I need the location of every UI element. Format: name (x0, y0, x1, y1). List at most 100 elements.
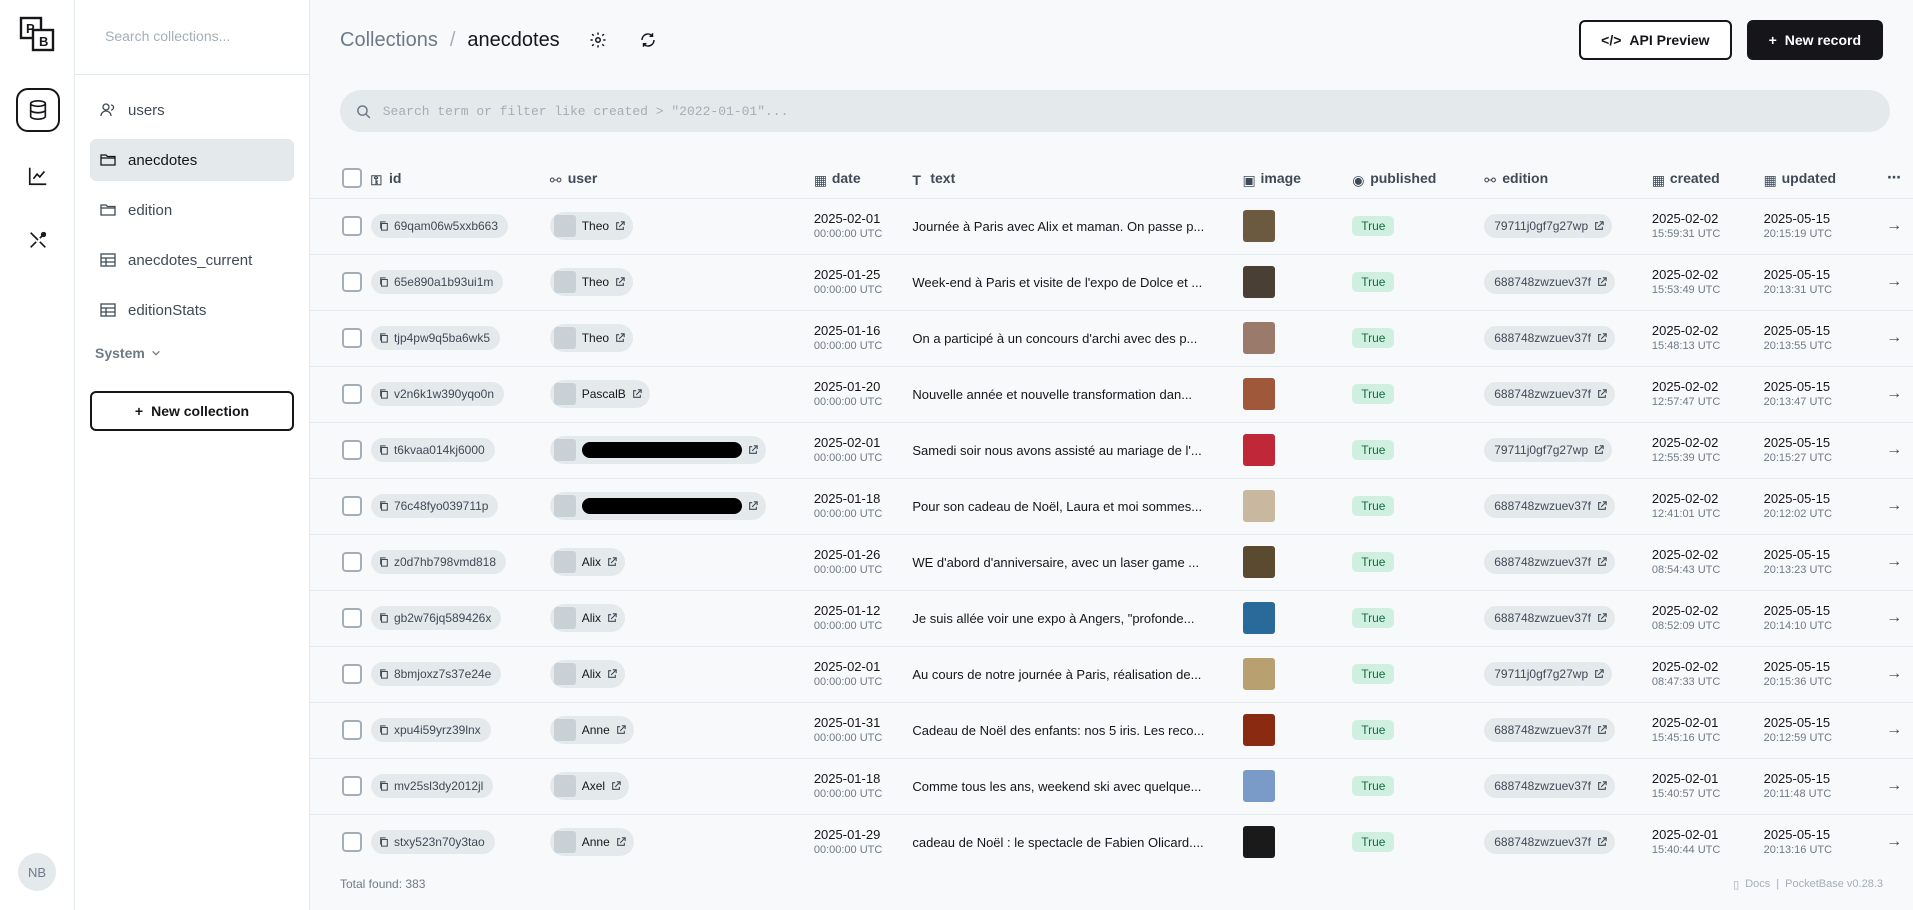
table-row[interactable]: tjp4pw9q5ba6wk5 Theo 2025-01-16 00:00:00 UT… (310, 310, 1913, 367)
table-row[interactable]: xpu4i59yrz39lnx Anne 2025-01-31 00:00:00 UT… (310, 702, 1913, 759)
table-row[interactable]: z0d7hb798vmd818 Alix 2025-01-26 00:00:00 UT… (310, 534, 1913, 591)
image-thumbnail[interactable] (1242, 434, 1275, 466)
sidebar-item-editionstats[interactable]: editionStats (90, 289, 294, 331)
row-checkbox[interactable] (342, 776, 362, 796)
column-header-id[interactable]: ⚿ id (370, 158, 550, 199)
edition-relation-pill[interactable]: 688748zwzuev37f (1484, 382, 1615, 406)
open-record-arrow-icon[interactable]: → (1875, 310, 1913, 367)
user-relation-pill[interactable]: Axel (549, 772, 630, 800)
open-record-arrow-icon[interactable]: → (1875, 422, 1913, 479)
open-record-arrow-icon[interactable]: → (1875, 646, 1913, 703)
image-thumbnail[interactable] (1242, 490, 1275, 522)
edition-relation-pill[interactable]: 688748zwzuev37f (1484, 606, 1615, 630)
user-relation-pill[interactable]: Alix (549, 604, 626, 632)
open-record-arrow-icon[interactable]: → (1875, 590, 1913, 647)
row-checkbox[interactable] (342, 552, 362, 572)
table-row[interactable]: v2n6k1w390yqo0n PascalB 2025-01-20 00:00:00… (310, 366, 1913, 423)
sidebar-item-anecdotes-current[interactable]: anecdotes_current (90, 239, 294, 281)
new-record-button[interactable]: + New record (1746, 20, 1883, 60)
image-thumbnail[interactable] (1242, 714, 1275, 746)
column-header-created[interactable]: ▦ created (1651, 158, 1764, 199)
table-row[interactable]: t6kvaa014kj6000 2025-02-01 00:00:00 UTC Sam… (310, 422, 1913, 479)
image-thumbnail[interactable] (1242, 210, 1275, 242)
image-thumbnail[interactable] (1242, 770, 1275, 802)
user-relation-pill[interactable] (549, 436, 766, 464)
row-checkbox[interactable] (342, 328, 362, 348)
image-thumbnail[interactable] (1242, 322, 1275, 354)
user-relation-pill[interactable]: Alix (549, 548, 626, 576)
row-checkbox[interactable] (342, 496, 362, 516)
column-header-published[interactable]: ◉ published (1352, 158, 1485, 199)
record-id-pill[interactable]: v2n6k1w390yqo0n (370, 382, 505, 406)
edition-relation-pill[interactable]: 688748zwzuev37f (1484, 830, 1615, 854)
table-row[interactable]: 69qam06w5xxb663 Theo 2025-02-01 00:00:00 UT… (310, 198, 1913, 255)
row-checkbox[interactable] (342, 664, 362, 684)
refresh-button[interactable] (632, 24, 664, 56)
record-id-pill[interactable]: 65e890a1b93ui1m (370, 270, 504, 294)
column-header-text[interactable]: Ttext (912, 158, 1243, 199)
select-all-checkbox[interactable] (342, 167, 362, 188)
column-options-menu[interactable]: ⋯ (1875, 158, 1913, 199)
column-header-user[interactable]: ⚯ user (549, 158, 814, 199)
docs-link[interactable]: Docs (1745, 878, 1770, 890)
logs-nav-button[interactable] (16, 154, 60, 198)
row-checkbox[interactable] (342, 440, 362, 460)
column-header-edition[interactable]: ⚯ edition (1484, 158, 1652, 199)
row-checkbox[interactable] (342, 720, 362, 740)
record-id-pill[interactable]: stxy523n70y3tao (370, 830, 495, 854)
open-record-arrow-icon[interactable]: → (1875, 758, 1913, 815)
row-checkbox[interactable] (342, 272, 362, 292)
open-record-arrow-icon[interactable]: → (1875, 366, 1913, 423)
row-checkbox[interactable] (342, 216, 362, 236)
table-row[interactable]: 8bmjoxz7s37e24e Alix 2025-02-01 00:00:00 UT… (310, 646, 1913, 703)
open-record-arrow-icon[interactable]: → (1875, 702, 1913, 759)
search-collections-input[interactable] (105, 28, 279, 44)
sidebar-item-users[interactable]: users (90, 89, 294, 131)
column-header-updated[interactable]: ▦ updated (1763, 158, 1876, 199)
edition-relation-pill[interactable]: 688748zwzuev37f (1484, 326, 1615, 350)
record-id-pill[interactable]: gb2w76jq589426x (370, 606, 502, 630)
record-id-pill[interactable]: tjp4pw9q5ba6wk5 (370, 326, 501, 350)
record-id-pill[interactable]: 8bmjoxz7s37e24e (370, 662, 502, 686)
user-relation-pill[interactable]: Theo (549, 212, 634, 240)
open-record-arrow-icon[interactable]: → (1875, 814, 1913, 858)
record-id-pill[interactable]: xpu4i59yrz39lnx (370, 718, 491, 742)
system-collections-toggle[interactable]: System (95, 345, 309, 361)
user-relation-pill[interactable]: Theo (549, 268, 634, 296)
column-header-date[interactable]: ▦ date (813, 158, 913, 199)
record-id-pill[interactable]: z0d7hb798vmd818 (370, 550, 507, 574)
edition-relation-pill[interactable]: 79711j0gf7g27wp (1484, 438, 1613, 462)
breadcrumb-root[interactable]: Collections (340, 29, 438, 52)
image-thumbnail[interactable] (1242, 378, 1275, 410)
user-avatar[interactable]: NB (18, 853, 56, 891)
user-relation-pill[interactable]: Anne (549, 716, 634, 744)
table-row[interactable]: mv25sl3dy2012jl Axel 2025-01-18 00:00:00 UT… (310, 758, 1913, 815)
row-checkbox[interactable] (342, 608, 362, 628)
records-filter-input[interactable] (382, 103, 1890, 119)
record-id-pill[interactable]: 76c48fyo039711p (370, 494, 499, 518)
user-relation-pill[interactable]: Theo (549, 324, 634, 352)
open-record-arrow-icon[interactable]: → (1875, 254, 1913, 311)
record-id-pill[interactable]: mv25sl3dy2012jl (370, 774, 494, 798)
table-row[interactable]: 76c48fyo039711p 2025-01-18 00:00:00 UTC Pou… (310, 478, 1913, 535)
image-thumbnail[interactable] (1242, 658, 1275, 690)
user-relation-pill[interactable] (549, 492, 766, 520)
column-header-image[interactable]: ▣ image (1242, 158, 1353, 199)
record-id-pill[interactable]: 69qam06w5xxb663 (370, 214, 509, 238)
edition-relation-pill[interactable]: 79711j0gf7g27wp (1484, 214, 1613, 238)
sidebar-item-anecdotes[interactable]: anecdotes (90, 139, 294, 181)
image-thumbnail[interactable] (1242, 826, 1275, 858)
user-relation-pill[interactable]: PascalB (549, 380, 650, 408)
sidebar-item-edition[interactable]: edition (90, 189, 294, 231)
open-record-arrow-icon[interactable]: → (1875, 534, 1913, 591)
pocketbase-logo[interactable]: P B (19, 16, 55, 52)
edition-relation-pill[interactable]: 688748zwzuev37f (1484, 270, 1615, 294)
row-checkbox[interactable] (342, 384, 362, 404)
user-relation-pill[interactable]: Anne (549, 828, 634, 856)
image-thumbnail[interactable] (1242, 546, 1275, 578)
settings-nav-button[interactable] (16, 218, 60, 262)
table-row[interactable]: gb2w76jq589426x Alix 2025-01-12 00:00:00 UT… (310, 590, 1913, 647)
edition-relation-pill[interactable]: 688748zwzuev37f (1484, 550, 1615, 574)
table-row[interactable]: 65e890a1b93ui1m Theo 2025-01-25 00:00:00 UT… (310, 254, 1913, 311)
open-record-arrow-icon[interactable]: → (1875, 198, 1913, 255)
